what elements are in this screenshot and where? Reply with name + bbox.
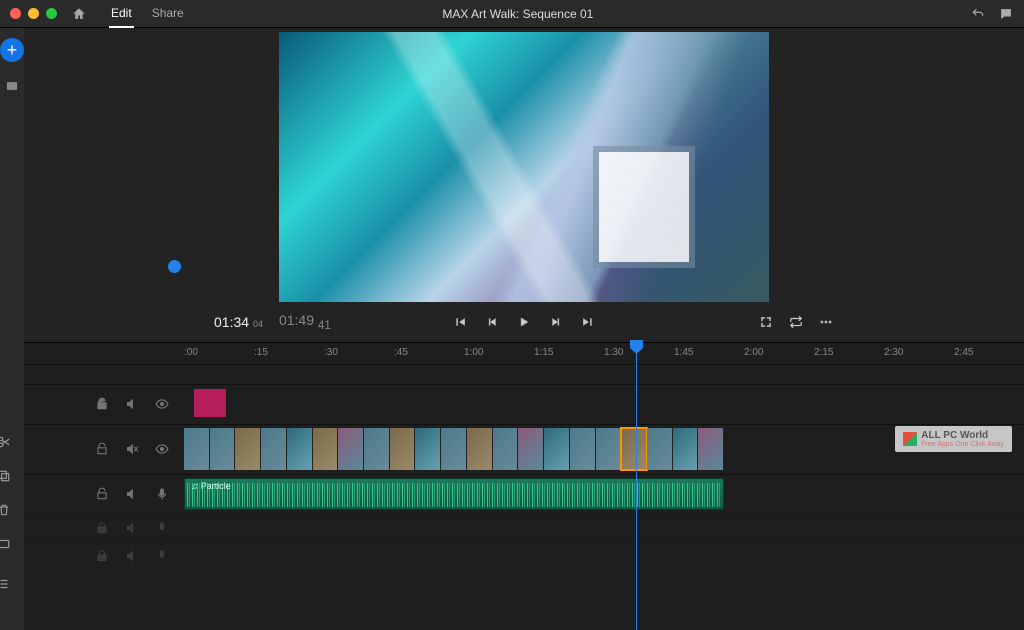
jump-start-icon[interactable] bbox=[452, 314, 468, 330]
lock-icon[interactable] bbox=[94, 396, 110, 412]
playhead[interactable] bbox=[636, 342, 637, 630]
fullscreen-icon[interactable] bbox=[758, 314, 774, 330]
time-ruler[interactable]: :00 :15 :30 :45 1:00 1:15 1:30 1:45 2:00… bbox=[24, 342, 1024, 364]
ruler-tick: 2:00 bbox=[744, 343, 814, 364]
lock-icon[interactable] bbox=[94, 520, 110, 536]
watermark: ALL PC World Free Apps One Click Away bbox=[895, 426, 1012, 452]
audio-track-3 bbox=[24, 542, 1024, 570]
video-thumb[interactable] bbox=[621, 428, 647, 470]
eye-icon[interactable] bbox=[154, 396, 170, 412]
audio-track-1: ♫Particle bbox=[24, 474, 1024, 514]
audio-track-2 bbox=[24, 514, 1024, 542]
audio-clip-label: Particle bbox=[201, 481, 231, 491]
editor-center: 01:34 04 01:49 41 bbox=[24, 28, 1024, 630]
video-thumb[interactable] bbox=[467, 428, 493, 470]
ruler-tick: :45 bbox=[394, 343, 464, 364]
video-thumb[interactable] bbox=[338, 428, 364, 470]
lock-icon[interactable] bbox=[94, 548, 110, 564]
comment-icon[interactable] bbox=[998, 6, 1014, 22]
video-thumb[interactable] bbox=[415, 428, 441, 470]
playback-controls: 01:34 04 01:49 41 bbox=[174, 302, 874, 342]
video-thumb[interactable] bbox=[287, 428, 313, 470]
loop-icon[interactable] bbox=[788, 314, 804, 330]
video-thumb[interactable] bbox=[210, 428, 236, 470]
video-clip[interactable] bbox=[184, 428, 724, 470]
project-title: MAX Art Walk: Sequence 01 bbox=[80, 7, 956, 21]
scrub-handle[interactable] bbox=[168, 260, 181, 273]
undo-icon[interactable] bbox=[970, 6, 986, 22]
ruler-tick: :30 bbox=[324, 343, 394, 364]
mic-icon[interactable] bbox=[154, 520, 170, 536]
video-thumb[interactable] bbox=[698, 428, 724, 470]
video-thumb[interactable] bbox=[364, 428, 390, 470]
ruler-tick: 1:00 bbox=[464, 343, 534, 364]
scissors-icon[interactable] bbox=[0, 434, 12, 450]
volume-icon[interactable] bbox=[124, 396, 140, 412]
volume-icon[interactable] bbox=[124, 486, 140, 502]
overlay-clip[interactable] bbox=[194, 389, 226, 417]
video-track bbox=[24, 424, 1024, 474]
add-media-button[interactable]: + bbox=[0, 38, 24, 62]
video-thumb[interactable] bbox=[596, 428, 622, 470]
total-time: 01:49 41 bbox=[279, 312, 331, 332]
duplicate-icon[interactable] bbox=[0, 468, 12, 484]
play-icon[interactable] bbox=[516, 314, 532, 330]
lock-icon[interactable] bbox=[94, 441, 110, 457]
ruler-tick: 2:30 bbox=[884, 343, 954, 364]
watermark-sub: Free Apps One Click Away bbox=[921, 441, 1004, 448]
lock-icon[interactable] bbox=[94, 486, 110, 502]
timeline-tools bbox=[0, 434, 24, 592]
current-time: 01:34 04 bbox=[214, 314, 263, 330]
video-thumb[interactable] bbox=[313, 428, 339, 470]
ruler-tick: 1:15 bbox=[534, 343, 604, 364]
video-thumb[interactable] bbox=[647, 428, 673, 470]
maximize-window-icon[interactable] bbox=[46, 8, 57, 19]
video-preview[interactable] bbox=[279, 32, 769, 302]
export-icon[interactable] bbox=[0, 536, 12, 552]
watermark-text: ALL PC World bbox=[921, 430, 1004, 441]
watermark-logo-icon bbox=[903, 432, 917, 446]
mic-icon[interactable] bbox=[154, 486, 170, 502]
more-icon[interactable] bbox=[818, 314, 834, 330]
project-panel-icon[interactable] bbox=[4, 78, 20, 94]
ruler-tick: :15 bbox=[254, 343, 324, 364]
video-thumb[interactable] bbox=[673, 428, 699, 470]
volume-icon[interactable] bbox=[124, 520, 140, 536]
eye-icon[interactable] bbox=[154, 441, 170, 457]
jump-end-icon[interactable] bbox=[580, 314, 596, 330]
music-note-icon: ♫ bbox=[191, 481, 198, 491]
video-thumb[interactable] bbox=[441, 428, 467, 470]
ruler-tick: 1:45 bbox=[674, 343, 744, 364]
video-thumb[interactable] bbox=[184, 428, 210, 470]
video-thumb[interactable] bbox=[493, 428, 519, 470]
mic-icon[interactable] bbox=[154, 548, 170, 564]
list-icon[interactable] bbox=[0, 576, 12, 592]
ruler-tick: :00 bbox=[184, 343, 254, 364]
close-window-icon[interactable] bbox=[10, 8, 21, 19]
ruler-tick: 2:45 bbox=[954, 343, 1024, 364]
mute-icon[interactable] bbox=[124, 441, 140, 457]
volume-icon[interactable] bbox=[124, 548, 140, 564]
video-thumb[interactable] bbox=[518, 428, 544, 470]
minimize-window-icon[interactable] bbox=[28, 8, 39, 19]
audio-clip[interactable]: ♫Particle bbox=[184, 478, 724, 510]
timeline: :00 :15 :30 :45 1:00 1:15 1:30 1:45 2:00… bbox=[24, 342, 1024, 630]
window-controls bbox=[10, 8, 57, 19]
ruler-tick: 2:15 bbox=[814, 343, 884, 364]
video-thumb[interactable] bbox=[390, 428, 416, 470]
video-thumb[interactable] bbox=[235, 428, 261, 470]
video-thumb[interactable] bbox=[261, 428, 287, 470]
trash-icon[interactable] bbox=[0, 502, 12, 518]
titlebar: Edit Share MAX Art Walk: Sequence 01 bbox=[0, 0, 1024, 28]
video-thumb[interactable] bbox=[570, 428, 596, 470]
step-forward-icon[interactable] bbox=[548, 314, 564, 330]
overlay-track bbox=[24, 384, 1024, 424]
step-back-icon[interactable] bbox=[484, 314, 500, 330]
video-thumb[interactable] bbox=[544, 428, 570, 470]
